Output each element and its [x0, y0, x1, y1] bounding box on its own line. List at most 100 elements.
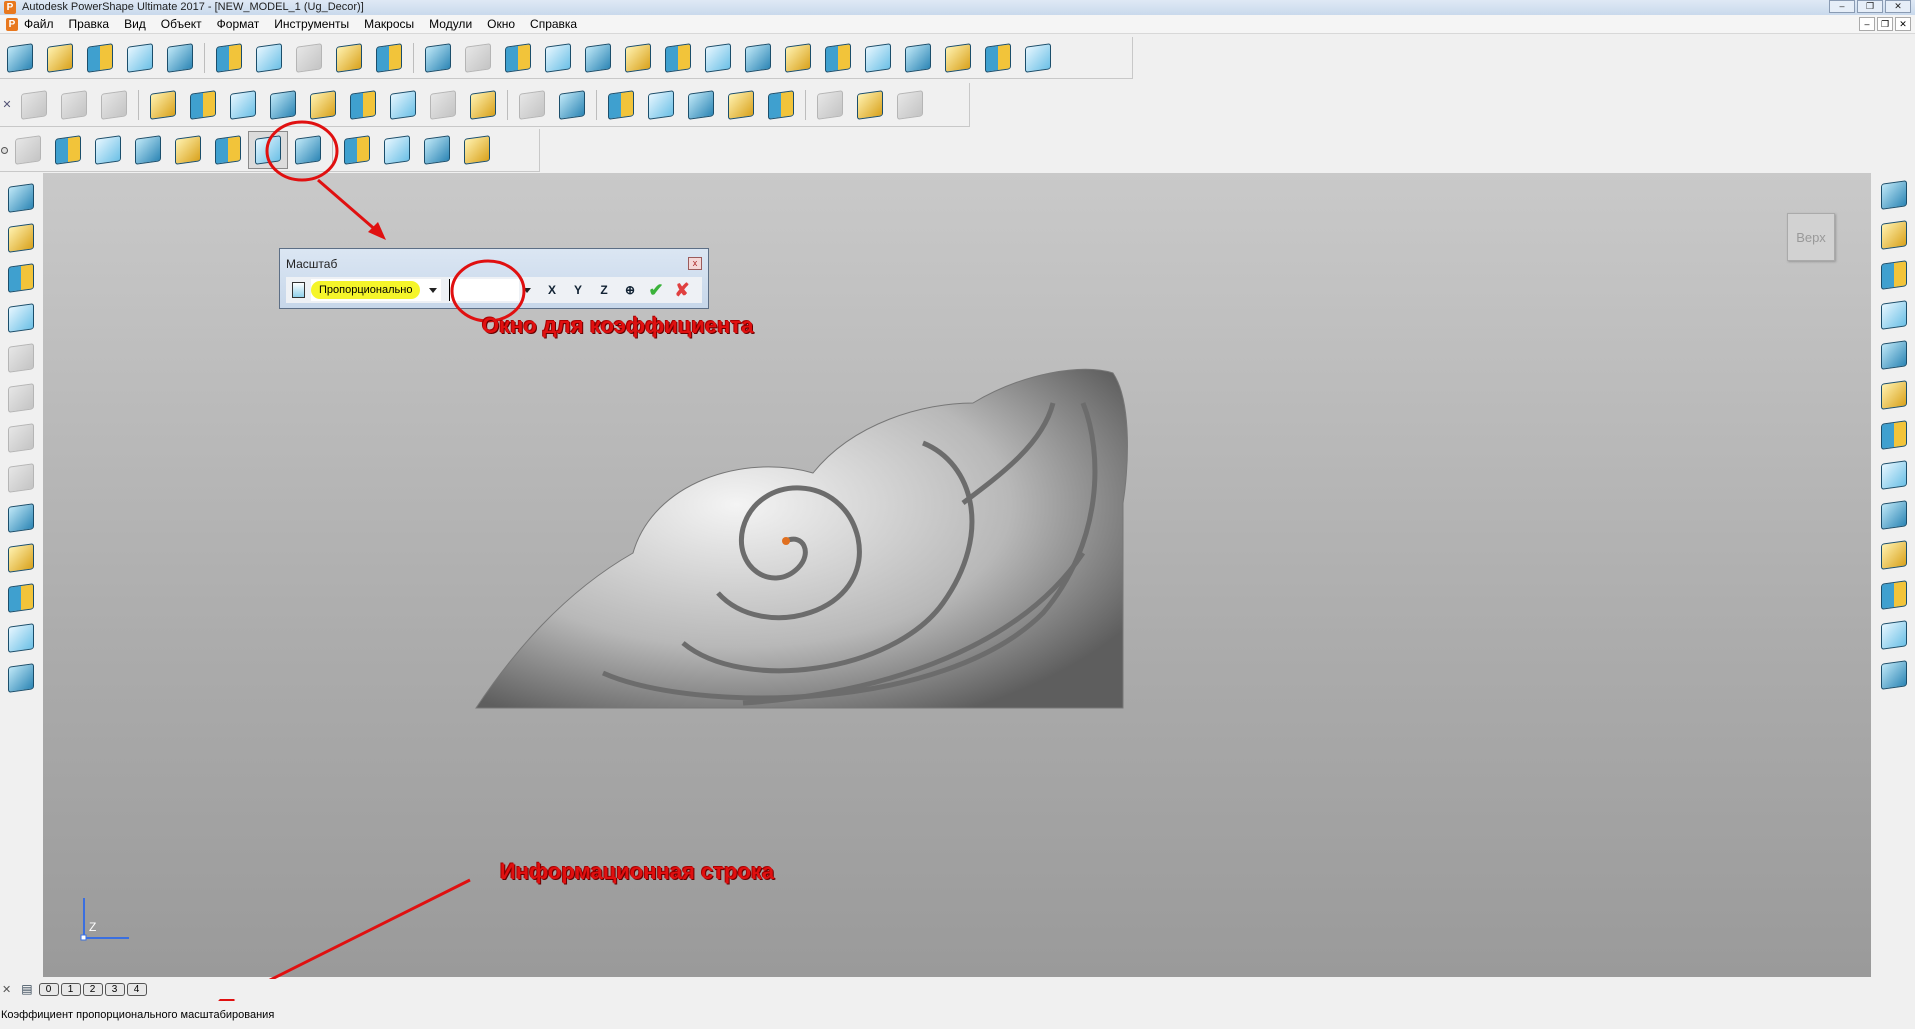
render-icon[interactable] [538, 39, 578, 77]
factor-dropdown-icon[interactable] [523, 287, 531, 293]
open-folder-icon[interactable] [40, 39, 80, 77]
undo-view-icon[interactable] [1874, 375, 1914, 415]
scale-z-button[interactable]: Z [591, 279, 617, 301]
mirror-icon[interactable] [512, 86, 552, 124]
level-icon[interactable] [14, 86, 54, 124]
minimize-button[interactable]: – [1829, 0, 1855, 13]
workplane-icon[interactable] [578, 39, 618, 77]
view-camera-icon[interactable] [1874, 335, 1914, 375]
curve-tool-icon[interactable] [1, 418, 41, 458]
tool-icon[interactable] [1018, 39, 1058, 77]
axes-icon[interactable] [618, 39, 658, 77]
star-icon[interactable] [850, 86, 890, 124]
delete-icon[interactable] [369, 39, 409, 77]
surface-icon[interactable] [858, 39, 898, 77]
toolbar-grip-handle[interactable] [0, 135, 8, 165]
selection-tool-icon[interactable] [1, 218, 41, 258]
undo-icon[interactable] [418, 39, 458, 77]
mesh-icon[interactable] [303, 86, 343, 124]
offset-icon[interactable] [343, 86, 383, 124]
drape-icon[interactable] [377, 131, 417, 169]
zoom-box-icon[interactable] [1874, 495, 1914, 535]
project-icon[interactable] [337, 131, 377, 169]
scale-icon[interactable] [248, 131, 288, 169]
layer-bar-close-icon[interactable]: ✕ [2, 983, 11, 996]
sphere-icon[interactable] [641, 86, 681, 124]
shade-icon[interactable] [383, 86, 423, 124]
convert-icon[interactable] [552, 86, 592, 124]
redo-icon[interactable] [458, 39, 498, 77]
mdi-close-button[interactable]: ✕ [1895, 17, 1911, 31]
menu-format[interactable]: Формат [217, 17, 260, 31]
pyramid-icon[interactable] [143, 86, 183, 124]
multi-copy-icon[interactable] [288, 131, 328, 169]
dialog-close-button[interactable]: x [688, 257, 702, 270]
layer-4-button[interactable]: 4 [126, 982, 147, 996]
mdi-minimize-button[interactable]: – [1859, 17, 1875, 31]
scale-mode-select[interactable]: Пропорционально [311, 279, 441, 301]
analyse-icon[interactable] [1, 538, 41, 578]
morph2-icon[interactable] [263, 86, 303, 124]
menu-modules[interactable]: Модули [429, 17, 472, 31]
offset-box-icon[interactable] [208, 131, 248, 169]
move-icon[interactable] [88, 131, 128, 169]
menu-tools[interactable]: Инструменты [274, 17, 349, 31]
curve-icon[interactable] [738, 39, 778, 77]
import-icon[interactable] [80, 39, 120, 77]
chevron-down-icon[interactable] [429, 287, 437, 293]
smart-icon[interactable] [423, 86, 463, 124]
zoom-analyse-icon[interactable] [1, 578, 41, 618]
disabled-icon[interactable] [890, 86, 930, 124]
view-front-icon[interactable] [1874, 215, 1914, 255]
join-icon[interactable] [1, 378, 41, 418]
close-button[interactable]: ✕ [1885, 0, 1911, 13]
center-target-icon[interactable]: ⊕ [617, 279, 643, 301]
warning-icon[interactable] [1, 258, 41, 298]
lighting-icon[interactable] [1874, 655, 1914, 695]
assembly-icon[interactable] [938, 39, 978, 77]
layer-2-button[interactable]: 2 [82, 982, 103, 996]
mdi-restore-button[interactable]: ❐ [1877, 17, 1893, 31]
copy-icon[interactable] [249, 39, 289, 77]
hat-icon[interactable] [810, 86, 850, 124]
shaded-icon[interactable] [1874, 575, 1914, 615]
plane-icon[interactable] [681, 86, 721, 124]
box-outline-icon[interactable] [8, 131, 48, 169]
select-arrow-icon[interactable] [1, 178, 41, 218]
view-iso-icon[interactable] [1874, 295, 1914, 335]
wireframe-icon[interactable] [1874, 535, 1914, 575]
layer-3-button[interactable]: 3 [104, 982, 125, 996]
document-icon[interactable] [292, 282, 305, 298]
scale-x-button[interactable]: X [539, 279, 565, 301]
menu-object[interactable]: Объект [161, 17, 202, 31]
paste-icon[interactable] [289, 39, 329, 77]
plane-shade-icon[interactable] [1874, 615, 1914, 655]
line-icon[interactable] [658, 39, 698, 77]
morph-icon[interactable] [223, 86, 263, 124]
brush-icon[interactable] [329, 39, 369, 77]
maximize-button[interactable]: ❐ [1857, 0, 1883, 13]
solid-icon[interactable] [898, 39, 938, 77]
view-right-icon[interactable] [1874, 255, 1914, 295]
section-icon[interactable] [1, 618, 41, 658]
menu-help[interactable]: Справка [530, 17, 577, 31]
print-icon[interactable] [160, 39, 200, 77]
rotate-view-icon[interactable] [1874, 415, 1914, 455]
menu-macros[interactable]: Макросы [364, 17, 414, 31]
arc-curve-icon[interactable] [818, 39, 858, 77]
new-file-icon[interactable] [0, 39, 40, 77]
layer-0-button[interactable]: 0 [38, 982, 59, 996]
sketch-icon[interactable] [498, 39, 538, 77]
layer-icon[interactable] [54, 86, 94, 124]
view-top-icon[interactable] [1874, 175, 1914, 215]
shade-ball-icon[interactable] [417, 131, 457, 169]
cylinder-icon[interactable] [94, 86, 134, 124]
menu-view[interactable]: Вид [124, 17, 146, 31]
pyramid-gold-icon[interactable] [463, 86, 503, 124]
toolbar-close-icon[interactable]: ✕ [0, 98, 14, 111]
view-cube-top[interactable]: Верх [1787, 213, 1835, 261]
circle-icon[interactable] [698, 39, 738, 77]
arrow-icon[interactable] [721, 86, 761, 124]
pyramid-hand-icon[interactable] [457, 131, 497, 169]
menu-edit[interactable]: Правка [69, 17, 110, 31]
